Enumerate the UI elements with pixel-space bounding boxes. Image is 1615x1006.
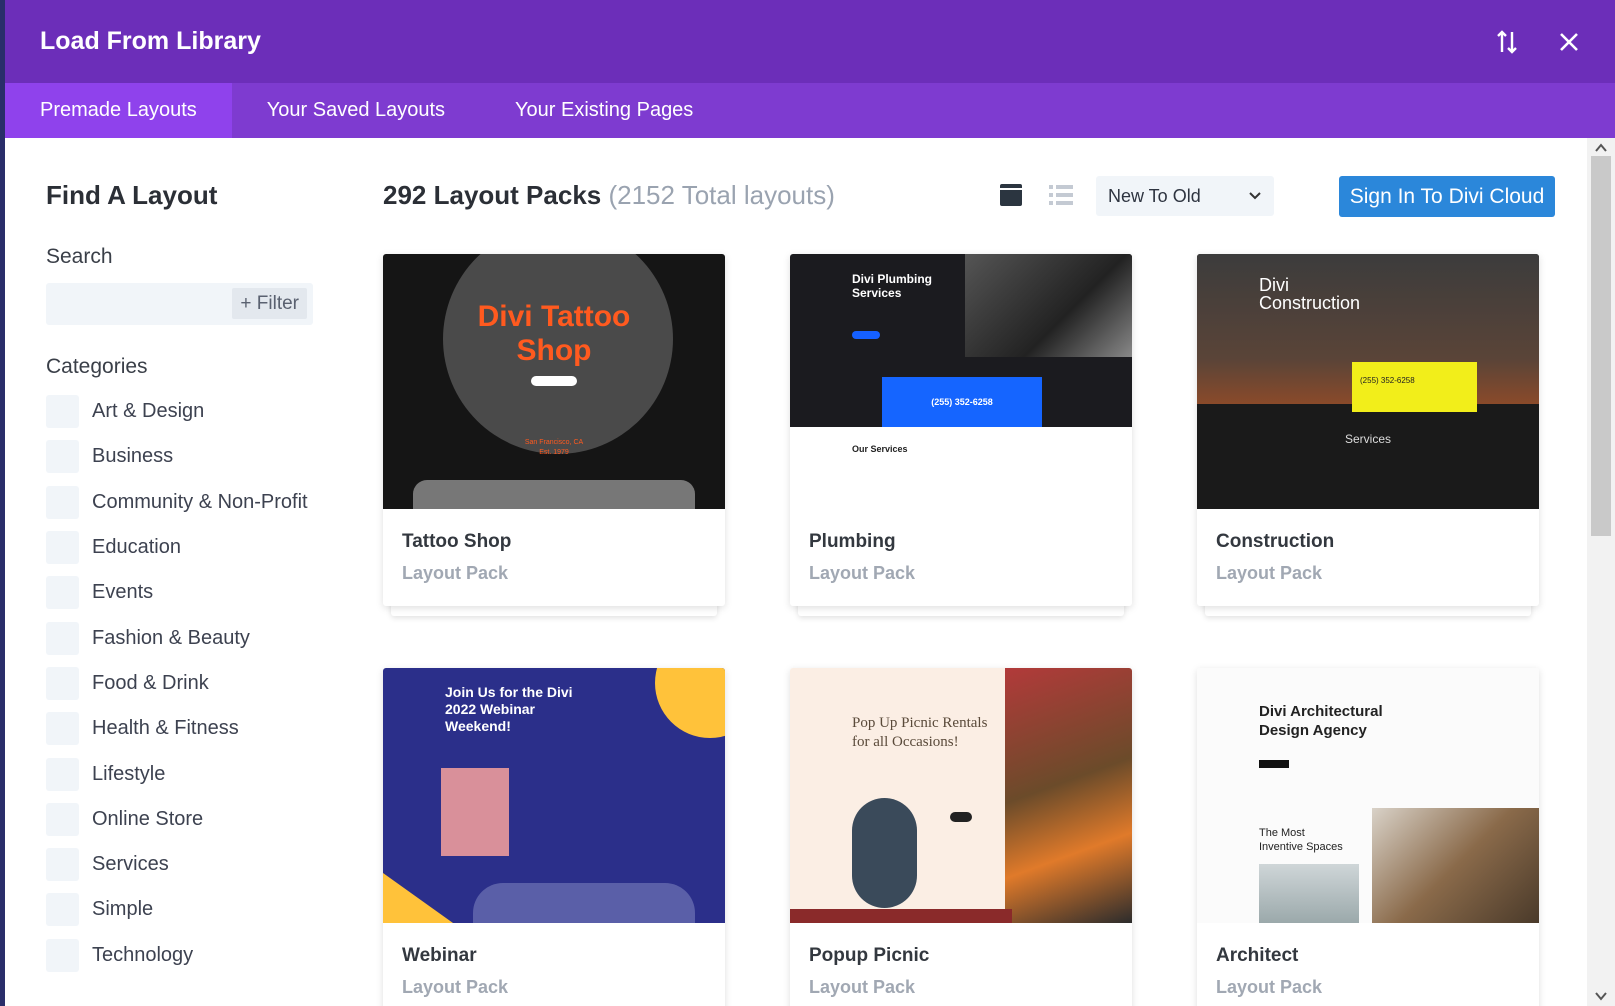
layout-thumbnail: Pop Up Picnic Rentals for all Occasions! (790, 668, 1132, 923)
layout-grid: Divi Tattoo Shop San Francisco, CA Est. 19… (383, 254, 1555, 1006)
category-item[interactable]: Simple (46, 887, 335, 932)
thumb-title: Divi Tattoo Shop (477, 300, 631, 367)
category-item[interactable]: Business (46, 434, 335, 479)
scroll-thumb[interactable] (1591, 156, 1611, 536)
category-checkbox[interactable] (46, 531, 79, 565)
category-label: Health & Fitness (92, 717, 239, 740)
category-checkbox[interactable] (46, 621, 79, 655)
category-label: Lifestyle (92, 762, 166, 785)
category-checkbox[interactable] (46, 712, 79, 746)
category-label: Fashion & Beauty (92, 626, 250, 649)
modal-header: Load From Library (5, 0, 1615, 83)
library-modal: Load From Library Premade Layouts Your S… (5, 0, 1615, 1006)
tab-existing-pages[interactable]: Your Existing Pages (480, 83, 728, 138)
category-item[interactable]: Lifestyle (46, 751, 335, 796)
category-checkbox[interactable] (46, 938, 79, 972)
grid-view-icon[interactable] (1000, 184, 1022, 206)
category-checkbox[interactable] (46, 440, 79, 474)
layout-type: Layout Pack (1216, 563, 1323, 583)
layout-card-plumbing[interactable]: Divi Plumbing Services (255) 352-6258 Our… (790, 254, 1132, 616)
category-item[interactable]: Events (46, 570, 335, 615)
sort-arrows-icon[interactable] (1491, 26, 1523, 58)
category-checkbox[interactable] (46, 395, 79, 429)
layout-card-popup-picnic[interactable]: Pop Up Picnic Rentals for all Occasions! … (790, 668, 1132, 1006)
layout-type: Layout Pack (1216, 977, 1323, 997)
layout-card-webinar[interactable]: Join Us for the Divi 2022 Webinar Weekend!… (383, 668, 725, 1006)
layout-thumbnail: Divi Tattoo Shop San Francisco, CA Est. 19… (383, 254, 725, 509)
tab-bar: Premade Layouts Your Saved Layouts Your … (5, 83, 1615, 138)
category-checkbox[interactable] (46, 666, 79, 700)
categories-label: Categories (46, 355, 148, 378)
layout-thumbnail: Join Us for the Divi 2022 Webinar Weekend! (383, 668, 725, 923)
layout-name: Plumbing (809, 531, 896, 552)
layout-card-tattoo-shop[interactable]: Divi Tattoo Shop San Francisco, CA Est. 19… (383, 254, 725, 616)
scrollbar[interactable] (1587, 138, 1615, 1006)
modal-title: Load From Library (40, 27, 261, 55)
layout-name: Popup Picnic (809, 945, 930, 966)
chevron-down-icon (1249, 192, 1261, 200)
layout-type: Layout Pack (402, 563, 509, 583)
category-label: Education (92, 536, 181, 559)
category-item[interactable]: Education (46, 525, 335, 570)
layout-pack-count: 292 Layout Packs (2152 Total layouts) (383, 180, 835, 210)
layout-name: Webinar (402, 945, 477, 966)
category-label: Community & Non-Profit (92, 490, 308, 513)
sign-in-divi-cloud-button[interactable]: Sign In To Divi Cloud (1339, 176, 1555, 217)
category-label: Simple (92, 898, 154, 921)
category-item[interactable]: Fashion & Beauty (46, 615, 335, 660)
sort-order-value: New To Old (1108, 185, 1201, 206)
layout-name: Architect (1216, 945, 1299, 966)
layout-type: Layout Pack (809, 563, 916, 583)
category-checkbox[interactable] (46, 485, 79, 519)
layout-card-architect[interactable]: Divi Architectural Design Agency The Most… (1197, 668, 1539, 1006)
layout-type: Layout Pack (809, 977, 916, 997)
close-icon[interactable] (1553, 26, 1585, 58)
layout-name: Tattoo Shop (402, 531, 512, 552)
category-label: Online Store (92, 807, 204, 830)
scroll-down-icon[interactable] (1593, 988, 1609, 1004)
category-checkbox[interactable] (46, 848, 79, 882)
layout-name: Construction (1216, 531, 1335, 552)
filter-button[interactable]: + Filter (232, 288, 307, 319)
category-item[interactable]: Online Store (46, 797, 335, 842)
search-label: Search (46, 245, 113, 268)
filter-sidebar: Find A Layout Search + Filter Categories… (5, 138, 335, 1006)
layout-thumbnail: Divi Construction (255) 352-6258 Services (1197, 254, 1539, 509)
search-input[interactable]: + Filter (46, 283, 313, 325)
category-item[interactable]: Community & Non-Profit (46, 480, 335, 525)
tab-premade-layouts[interactable]: Premade Layouts (5, 83, 232, 138)
category-checkbox[interactable] (46, 893, 79, 927)
category-item[interactable]: Art & Design (46, 389, 335, 434)
layout-type: Layout Pack (402, 977, 509, 997)
category-checkbox[interactable] (46, 802, 79, 836)
category-label: Technology (92, 943, 194, 966)
category-checkbox[interactable] (46, 757, 79, 791)
sort-order-select[interactable]: New To Old (1096, 176, 1274, 216)
category-label: Art & Design (92, 400, 205, 423)
tab-saved-layouts[interactable]: Your Saved Layouts (232, 83, 480, 138)
category-label: Business (92, 445, 174, 468)
list-view-icon[interactable] (1048, 182, 1074, 208)
total-layouts: (2152 Total layouts) (608, 180, 835, 210)
layout-browser: 292 Layout Packs (2152 Total layouts) Ne… (383, 138, 1555, 1006)
scroll-up-icon[interactable] (1593, 140, 1609, 156)
category-label: Services (92, 853, 169, 876)
category-label: Events (92, 581, 154, 604)
layout-card-construction[interactable]: Divi Construction (255) 352-6258 Services… (1197, 254, 1539, 616)
category-list: Art & Design Business Community & Non-Pr… (46, 389, 335, 978)
category-label: Food & Drink (92, 671, 209, 694)
category-item[interactable]: Health & Fitness (46, 706, 335, 751)
category-item[interactable]: Technology (46, 933, 335, 978)
layout-thumbnail: Divi Plumbing Services (255) 352-6258 Our… (790, 254, 1132, 509)
find-layout-title: Find A Layout (46, 180, 218, 210)
category-item[interactable]: Services (46, 842, 335, 887)
category-checkbox[interactable] (46, 576, 79, 610)
layout-thumbnail: Divi Architectural Design Agency The Most… (1197, 668, 1539, 923)
category-item[interactable]: Food & Drink (46, 661, 335, 706)
